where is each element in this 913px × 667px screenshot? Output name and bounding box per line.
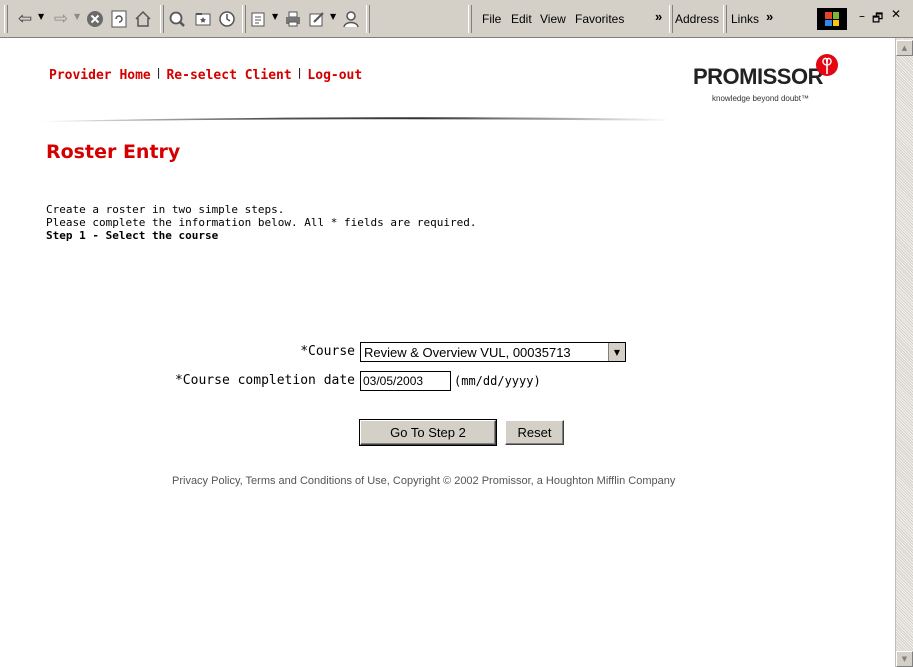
course-label: *Course (300, 344, 355, 359)
logo-tagline: knowledge beyond doubt™ (712, 94, 809, 103)
menu-more-chevron[interactable]: » (655, 9, 662, 24)
promissor-logo: PROMISSOR (693, 64, 823, 89)
messenger-icon[interactable] (340, 9, 362, 29)
favorites-icon[interactable] (192, 9, 214, 29)
intro-text: Create a roster in two simple steps. Ple… (46, 203, 476, 242)
course-select[interactable]: Review & Overview VUL, 00035713 ▼ (360, 342, 626, 362)
windows-logo-icon (817, 8, 847, 30)
restore-icon[interactable]: 🗗 (872, 9, 883, 30)
mail-dropdown-icon[interactable]: ▼ (272, 12, 278, 21)
footer-text: Privacy Policy, Terms and Conditions of … (172, 475, 676, 487)
completion-date-label: *Course completion date (174, 373, 355, 388)
toolbar-grip[interactable] (4, 5, 8, 33)
toolbar-separator (160, 5, 164, 33)
forward-dropdown-icon[interactable]: ▼ (74, 12, 80, 21)
mail-icon[interactable] (248, 9, 270, 29)
menu-view[interactable]: View (540, 12, 566, 26)
completion-date-field[interactable]: 03/05/2003 (360, 371, 451, 391)
header-divider (40, 117, 670, 122)
refresh-icon[interactable] (108, 9, 130, 29)
toolbar-separator (669, 5, 673, 33)
history-icon[interactable] (216, 9, 238, 29)
course-select-value: Review & Overview VUL, 00035713 (364, 344, 571, 360)
vertical-scrollbar[interactable]: ▲ ▼ (895, 38, 913, 667)
date-format-hint: (mm/dd/yyyy) (454, 374, 541, 388)
toolbar-separator (723, 5, 727, 33)
intro-line: Please complete the information below. A… (46, 216, 477, 229)
chevron-down-icon[interactable]: ▼ (608, 343, 625, 361)
search-icon[interactable] (166, 9, 188, 29)
home-icon[interactable] (132, 9, 154, 29)
reset-button[interactable]: Reset (505, 420, 564, 445)
header-nav: Provider Home | Re-select Client | Log-o… (49, 66, 362, 83)
back-icon[interactable]: ⇦ (14, 9, 36, 29)
scroll-up-icon[interactable]: ▲ (896, 40, 913, 56)
forward-icon[interactable]: ⇨ (50, 9, 72, 29)
toolbar-separator (366, 5, 370, 33)
nav-separator: | (156, 66, 161, 79)
menu-favorites[interactable]: Favorites (575, 12, 624, 26)
nav-separator: | (297, 66, 302, 79)
back-dropdown-icon[interactable]: ▼ (38, 12, 44, 21)
logout-link[interactable]: Log-out (307, 68, 362, 83)
links-more-chevron[interactable]: » (766, 9, 773, 24)
step-heading: Step 1 - Select the course (46, 229, 219, 242)
provider-home-link[interactable]: Provider Home (49, 68, 151, 83)
minimize-icon[interactable]: – (859, 9, 865, 23)
stop-icon[interactable] (84, 9, 106, 29)
menu-edit[interactable]: Edit (511, 12, 532, 26)
print-icon[interactable] (282, 9, 304, 29)
links-label[interactable]: Links (731, 12, 759, 26)
toolbar-separator (468, 5, 472, 33)
close-icon[interactable]: ✕ (891, 7, 901, 21)
reselect-client-link[interactable]: Re-select Client (166, 68, 291, 83)
edit-icon[interactable] (306, 9, 328, 29)
menu-file[interactable]: File (482, 12, 501, 26)
scroll-down-icon[interactable]: ▼ (896, 651, 913, 667)
browser-toolbar: ⇦ ▼ ⇨ ▼ ▼ ▼ File Edit View Favorites » A… (0, 0, 913, 38)
toolbar-separator (242, 5, 246, 33)
address-label[interactable]: Address (675, 12, 719, 26)
go-to-step-2-button[interactable]: Go To Step 2 (359, 419, 497, 446)
edit-dropdown-icon[interactable]: ▼ (330, 12, 336, 21)
promissor-logo-icon (816, 54, 838, 76)
intro-line: Create a roster in two simple steps. (46, 203, 285, 216)
page-title: Roster Entry (46, 141, 181, 163)
